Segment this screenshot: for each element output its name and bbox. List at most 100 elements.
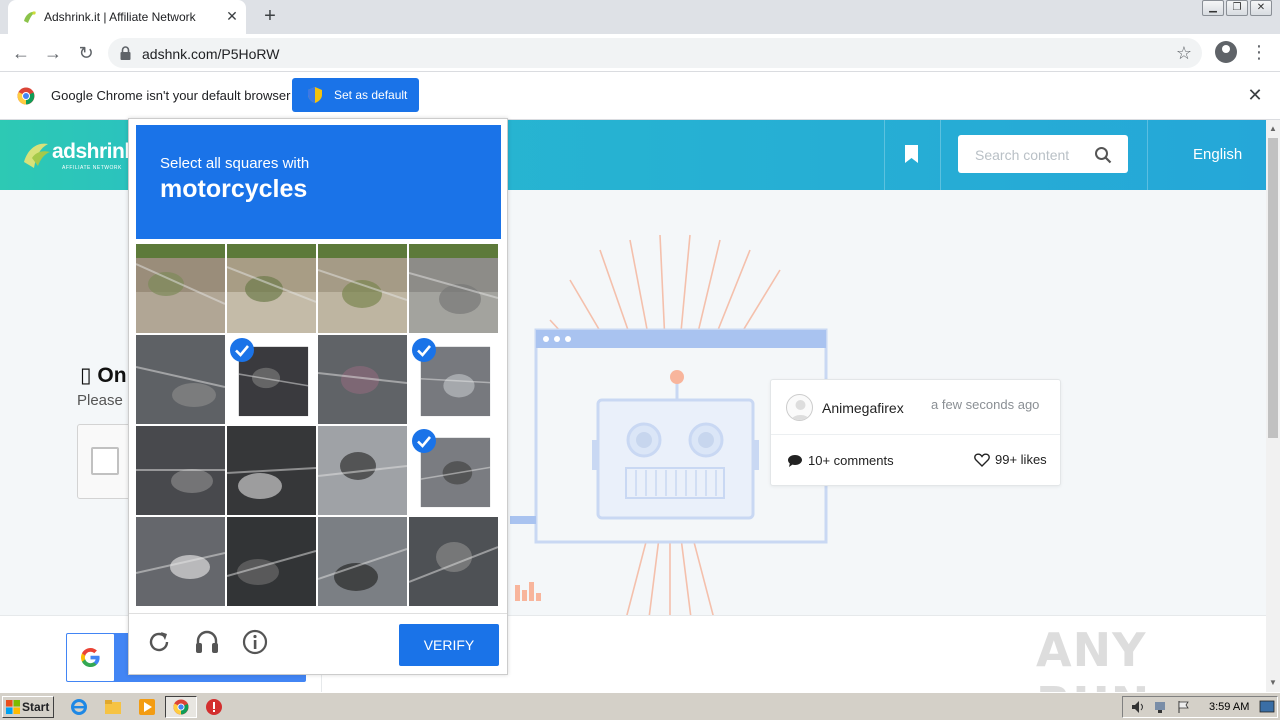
post-card[interactable]: Animegafirex a few seconds ago 10+ comme… bbox=[770, 379, 1061, 486]
challenge-target: motorcycles bbox=[160, 175, 308, 203]
browser-tab[interactable]: Adshrink.it | Affiliate Network ✕ bbox=[8, 0, 246, 34]
challenge-tile[interactable] bbox=[409, 426, 498, 515]
close-window-icon[interactable]: ✕ bbox=[1250, 0, 1272, 16]
vertical-scrollbar[interactable]: ▲ ▼ bbox=[1266, 120, 1280, 692]
header-divider bbox=[884, 120, 885, 190]
checkmark-icon bbox=[417, 345, 431, 357]
heart-icon bbox=[974, 452, 990, 467]
language-selector[interactable]: English bbox=[1193, 146, 1242, 163]
tile-selected-check-icon bbox=[230, 338, 254, 362]
challenge-tile[interactable] bbox=[318, 335, 407, 424]
start-label: Start bbox=[22, 700, 50, 714]
challenge-tile[interactable] bbox=[409, 517, 498, 606]
challenge-tile-image bbox=[318, 426, 407, 515]
scroll-up-icon[interactable]: ▲ bbox=[1269, 124, 1277, 133]
challenge-tile[interactable] bbox=[136, 426, 225, 515]
menu-kebab-icon[interactable]: ⋮ bbox=[1250, 40, 1268, 64]
challenge-tile[interactable] bbox=[227, 335, 316, 424]
recaptcha-challenge: Select all squares with motorcycles VERI… bbox=[128, 118, 508, 675]
challenge-image-grid bbox=[136, 244, 500, 608]
likes-count[interactable]: 99+ likes bbox=[974, 452, 1047, 467]
tile-selected-check-icon bbox=[412, 429, 436, 453]
challenge-tile-image bbox=[136, 335, 225, 424]
watermark: ANY RUN bbox=[1036, 623, 1149, 692]
forward-icon[interactable]: → bbox=[42, 42, 64, 64]
google-logo-container bbox=[67, 634, 114, 681]
challenge-tile[interactable] bbox=[136, 517, 225, 606]
checkmark-icon bbox=[417, 436, 431, 448]
stop-sign-icon[interactable] bbox=[205, 698, 223, 716]
verify-button[interactable]: VERIFY bbox=[399, 624, 499, 666]
challenge-tile[interactable] bbox=[136, 335, 225, 424]
network-icon[interactable] bbox=[1153, 700, 1169, 714]
infobar-message: Google Chrome isn't your default browser bbox=[51, 88, 291, 103]
challenge-tile[interactable] bbox=[227, 244, 316, 333]
challenge-tile-image bbox=[318, 244, 407, 333]
action-center-flag-icon[interactable] bbox=[1177, 700, 1191, 714]
recaptcha-checkbox[interactable] bbox=[91, 447, 119, 475]
challenge-tile-image bbox=[227, 517, 316, 606]
site-logo[interactable]: adshrink.it AFFILIATE NETWORK bbox=[22, 138, 153, 174]
reload-icon[interactable]: ↻ bbox=[75, 42, 97, 64]
profile-avatar-icon[interactable] bbox=[1215, 41, 1237, 63]
restore-icon[interactable]: ❐ bbox=[1226, 0, 1248, 16]
challenge-tile[interactable] bbox=[409, 335, 498, 424]
page-subtitle: Please bbox=[77, 392, 123, 409]
challenge-footer: VERIFY bbox=[129, 613, 507, 675]
volume-icon[interactable] bbox=[1131, 700, 1147, 714]
scrollbar-thumb[interactable] bbox=[1268, 138, 1278, 438]
search-placeholder: Search content bbox=[975, 147, 1070, 163]
comments-count[interactable]: 10+ comments bbox=[787, 453, 894, 468]
card-divider bbox=[771, 434, 1060, 435]
challenge-tile[interactable] bbox=[318, 517, 407, 606]
search-input[interactable]: Search content bbox=[958, 135, 1128, 173]
challenge-tile[interactable] bbox=[409, 244, 498, 333]
infobar-close-icon[interactable]: ✕ bbox=[1246, 86, 1264, 104]
challenge-instruction: Select all squares with bbox=[160, 155, 310, 172]
info-icon[interactable] bbox=[241, 628, 269, 656]
system-tray: 3:59 AM bbox=[1122, 696, 1278, 718]
challenge-tile-image bbox=[409, 244, 498, 333]
header-divider bbox=[1147, 120, 1148, 190]
likes-label: 99+ likes bbox=[995, 452, 1047, 467]
challenge-tile-image bbox=[136, 426, 225, 515]
scroll-down-icon[interactable]: ▼ bbox=[1269, 678, 1277, 687]
start-button[interactable]: Start bbox=[2, 696, 54, 718]
challenge-tile[interactable] bbox=[318, 426, 407, 515]
google-g-icon bbox=[81, 648, 100, 667]
media-player-icon[interactable] bbox=[138, 698, 156, 716]
bird-logo-icon bbox=[24, 143, 50, 168]
bookmark-icon[interactable] bbox=[905, 145, 918, 163]
challenge-tile-image bbox=[227, 244, 316, 333]
taskbar-clock: 3:59 AM bbox=[1209, 701, 1250, 713]
back-icon[interactable]: ← bbox=[10, 42, 32, 64]
post-author[interactable]: Animegafirex bbox=[822, 400, 904, 416]
challenge-tile-image bbox=[318, 517, 407, 606]
challenge-tile[interactable] bbox=[227, 517, 316, 606]
bookmark-star-icon[interactable]: ☆ bbox=[1174, 43, 1194, 63]
tab-close-icon[interactable]: ✕ bbox=[224, 8, 240, 24]
logo-tagline: AFFILIATE NETWORK bbox=[62, 165, 122, 171]
set-default-button[interactable]: Set as default bbox=[292, 78, 419, 112]
challenge-tile[interactable] bbox=[227, 426, 316, 515]
new-tab-icon[interactable]: + bbox=[260, 6, 280, 26]
chrome-taskbar-icon bbox=[173, 699, 189, 715]
address-bar[interactable]: adshnk.com/P5HoRW ☆ bbox=[108, 38, 1202, 68]
windows-flag-icon bbox=[6, 700, 20, 714]
show-desktop-icon[interactable] bbox=[1259, 700, 1275, 714]
internet-explorer-icon[interactable] bbox=[70, 698, 88, 716]
minimize-icon[interactable]: ▁ bbox=[1202, 0, 1224, 16]
set-default-label: Set as default bbox=[334, 88, 408, 102]
reload-challenge-icon[interactable] bbox=[145, 628, 173, 656]
checkmark-icon bbox=[235, 345, 249, 357]
file-explorer-icon[interactable] bbox=[104, 698, 122, 716]
challenge-tile[interactable] bbox=[318, 244, 407, 333]
taskbar-chrome-button[interactable] bbox=[165, 696, 197, 718]
tab-strip: Adshrink.it | Affiliate Network ✕ + ▁ ❐ … bbox=[0, 0, 1280, 34]
url-text: adshnk.com/P5HoRW bbox=[142, 46, 280, 62]
search-icon[interactable] bbox=[1094, 146, 1112, 164]
challenge-tile[interactable] bbox=[136, 244, 225, 333]
window-controls: ▁ ❐ ✕ bbox=[1202, 0, 1272, 16]
chrome-logo-icon bbox=[17, 87, 35, 105]
audio-challenge-icon[interactable] bbox=[193, 628, 221, 656]
